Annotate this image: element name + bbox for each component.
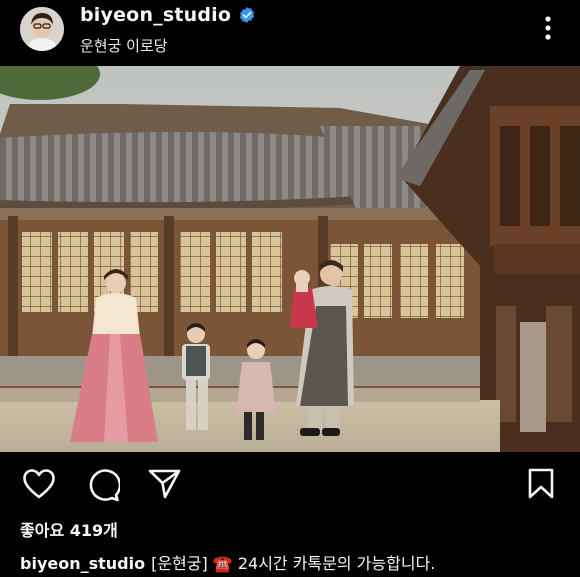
caption: biyeon_studio [운현궁] ☎️ 24시간 카톡문의 가능합니다. bbox=[20, 550, 570, 574]
post-photo[interactable] bbox=[0, 48, 580, 452]
avatar-image bbox=[20, 7, 64, 51]
username-row: biyeon_studio bbox=[80, 4, 256, 26]
post-header: biyeon_studio 운현궁 이로당 bbox=[0, 0, 580, 64]
username[interactable]: biyeon_studio bbox=[80, 4, 231, 26]
location-link[interactable]: 운현궁 이로당 bbox=[80, 35, 168, 56]
more-vertical-icon bbox=[545, 16, 551, 40]
caption-text: [운현궁] ☎️ 24시간 카톡문의 가능합니다. bbox=[151, 554, 436, 573]
comment-icon bbox=[89, 469, 122, 502]
verified-badge-icon bbox=[240, 7, 255, 23]
like-button[interactable] bbox=[22, 468, 56, 504]
bookmark-icon bbox=[528, 468, 554, 499]
send-icon bbox=[148, 469, 181, 499]
caption-username[interactable]: biyeon_studio bbox=[20, 554, 145, 573]
heart-icon bbox=[23, 469, 55, 499]
likes-count[interactable]: 좋아요 419개 bbox=[20, 517, 118, 541]
share-button[interactable] bbox=[148, 468, 182, 504]
comment-button[interactable] bbox=[86, 468, 122, 506]
action-bar bbox=[0, 460, 580, 510]
save-button[interactable] bbox=[527, 468, 555, 504]
more-options-button[interactable] bbox=[536, 14, 560, 42]
avatar[interactable] bbox=[20, 7, 64, 51]
hanok-family-photo bbox=[0, 48, 580, 452]
